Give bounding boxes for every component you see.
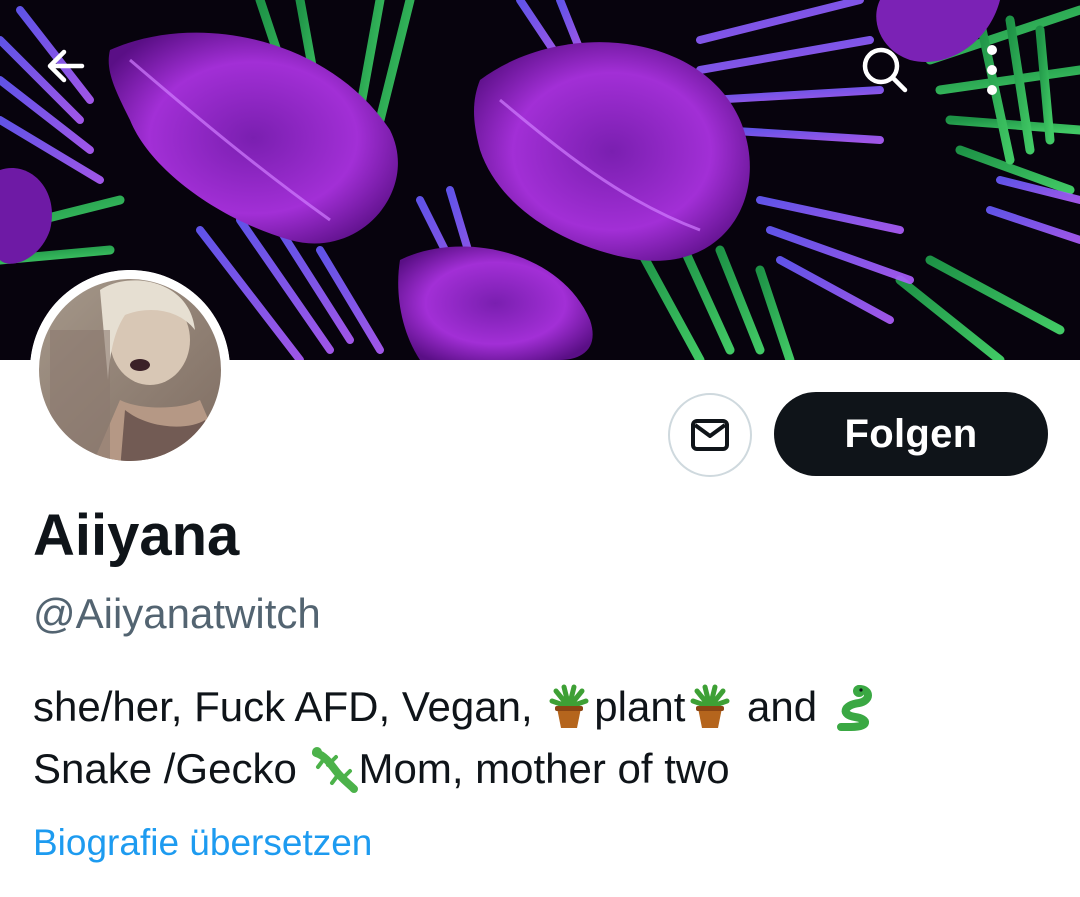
avatar[interactable] <box>30 270 230 470</box>
envelope-icon <box>691 419 729 451</box>
display-name: Aiiyana <box>33 503 240 568</box>
message-button[interactable] <box>668 393 752 477</box>
lizard-icon <box>312 747 359 793</box>
bio-text: she/her, Fuck AFD, Vegan, <box>33 683 545 730</box>
user-handle: @Aiiyanatwitch <box>33 590 321 637</box>
more-options-button[interactable] <box>980 42 1044 106</box>
snake-icon <box>836 685 872 731</box>
bio: she/her, Fuck AFD, Vegan, plant and Snak… <box>33 676 1043 800</box>
arrow-left-icon <box>47 49 85 83</box>
bio-line-1: she/her, Fuck AFD, Vegan, plant and <box>33 676 1043 738</box>
bio-line-2: Snake /Gecko Mom, mother of two <box>33 738 1043 800</box>
bio-text: and <box>735 683 829 730</box>
search-button[interactable] <box>857 42 921 106</box>
more-vertical-icon <box>987 45 997 95</box>
translate-bio-link[interactable]: Biografie übersetzen <box>33 822 372 864</box>
potted-plant-icon <box>549 684 589 728</box>
search-icon <box>862 47 908 93</box>
profile-photo <box>30 270 230 470</box>
bio-text: Mom, mother of two <box>358 745 730 792</box>
potted-plant-icon <box>690 684 730 728</box>
bio-text: plant <box>594 683 686 730</box>
bio-text: Snake /Gecko <box>33 745 309 792</box>
follow-button[interactable]: Folgen <box>774 392 1048 476</box>
back-button[interactable] <box>42 42 106 106</box>
